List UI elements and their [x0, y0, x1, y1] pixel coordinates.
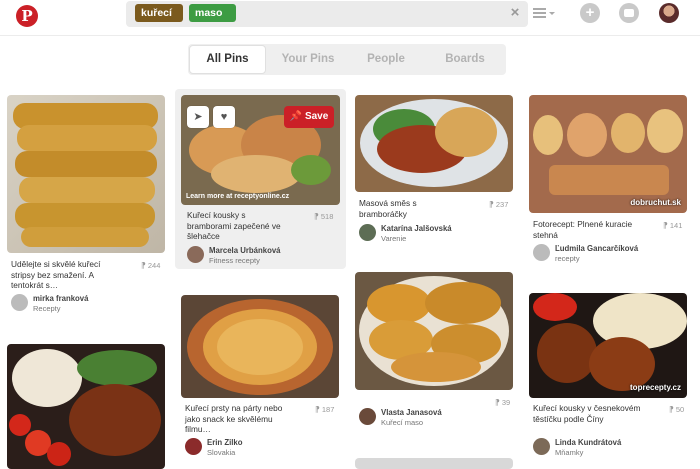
- pin-card[interactable]: ⁋ 39 Vlasta Janasová Kuřecí maso: [355, 272, 513, 432]
- save-button[interactable]: 📌 Save: [284, 106, 334, 128]
- board-name: Kuřecí maso: [381, 418, 424, 427]
- chip-remove-icon[interactable]: ×: [149, 22, 163, 40]
- pin-image[interactable]: [355, 95, 513, 192]
- pin-card[interactable]: Masová směs s bramboráčky ⁋ 237 Katarína…: [355, 95, 513, 245]
- search-bar[interactable]: kuřecí × maso × ×: [126, 1, 528, 37]
- user-name: Erin Zilko: [207, 438, 243, 447]
- image-watermark: toprecepty.cz: [630, 383, 681, 392]
- source-link[interactable]: Learn more at receptyonline.cz: [186, 193, 289, 200]
- pin-card[interactable]: ➤ ♥ 📌 Save Learn more at receptyonline.c…: [175, 89, 346, 269]
- search-chip-maso[interactable]: maso ×: [189, 4, 236, 37]
- clear-search-icon[interactable]: ×: [508, 5, 522, 21]
- repin-count: ⁋ 244: [141, 261, 161, 270]
- board-name: Varenie: [381, 234, 407, 243]
- repin-count: ⁋ 39: [495, 398, 511, 407]
- search-filter-tabs: All Pins Your Pins People Boards: [188, 44, 506, 75]
- repin-count: ⁋ 518: [314, 212, 334, 221]
- pin-card[interactable]: dobruchut.sk Fotorecept: Plnené kuracie …: [529, 95, 687, 265]
- user-avatar-icon: [185, 438, 202, 455]
- pin-image[interactable]: dobruchut.sk: [529, 95, 687, 213]
- pinterest-logo[interactable]: P: [16, 5, 38, 27]
- user-name: Ľudmila Gancarčíková: [555, 244, 639, 253]
- pin-description: Kuřecí kousky s bramborami zapečené ve š…: [187, 210, 281, 241]
- user-name: Vlasta Janasová: [381, 408, 442, 417]
- pin-image[interactable]: [7, 95, 165, 253]
- pin-card[interactable]: toprecepty.cz Kuřecí kousky v česnekovém…: [529, 293, 687, 460]
- board-name: Fitness recepty: [209, 256, 260, 265]
- messages-icon[interactable]: [619, 3, 639, 23]
- repin-count: ⁋ 237: [489, 200, 509, 209]
- pin-image[interactable]: [181, 295, 339, 398]
- user-avatar-icon: [533, 244, 550, 261]
- pin-image[interactable]: toprecepty.cz: [529, 293, 687, 398]
- pin-card[interactable]: Udělejte si skvělé kuřecí stripsy bez sm…: [7, 95, 165, 317]
- pin-image[interactable]: [7, 344, 165, 469]
- pin-image[interactable]: ➤ ♥ 📌 Save Learn more at receptyonline.c…: [181, 95, 340, 205]
- repin-count: ⁋ 187: [315, 405, 335, 414]
- add-pin-icon[interactable]: +: [580, 3, 600, 23]
- chip-label: kuřecí: [141, 7, 172, 19]
- like-heart-icon[interactable]: ♥: [213, 106, 235, 128]
- user-name: Marcela Urbánková: [209, 246, 281, 255]
- user-name: Katarína Jalšovská: [381, 224, 452, 233]
- user-avatar-icon: [359, 408, 376, 425]
- tab-boards[interactable]: Boards: [425, 44, 505, 75]
- pin-description: Fotorecept: Plnené kuracie stehná: [533, 219, 633, 240]
- user-name: Linda Kundrátová: [555, 438, 622, 447]
- search-chip-kureci[interactable]: kuřecí ×: [135, 4, 183, 37]
- user-name: mirka franková: [33, 294, 89, 303]
- user-avatar-icon: [359, 224, 376, 241]
- user-avatar-icon: [11, 294, 28, 311]
- chip-label: maso: [195, 7, 223, 19]
- tab-your-pins[interactable]: Your Pins: [269, 44, 347, 75]
- top-header: P kuřecí × maso × × +: [0, 0, 700, 37]
- pin-card[interactable]: Kuřecí prsty na párty nebo jako snack ke…: [181, 295, 339, 460]
- user-avatar[interactable]: [659, 3, 679, 23]
- tab-all-pins[interactable]: All Pins: [189, 45, 266, 74]
- repin-count: ⁋ 141: [663, 221, 683, 230]
- board-name: recepty: [555, 254, 580, 263]
- chip-remove-icon[interactable]: ×: [203, 22, 217, 40]
- tab-people[interactable]: People: [347, 44, 425, 75]
- image-watermark: dobruchut.sk: [630, 198, 681, 207]
- list-view-icon[interactable]: [533, 7, 555, 21]
- pin-description: Udělejte si skvělé kuřecí stripsy bez sm…: [11, 259, 101, 290]
- pin-description: Kuřecí prsty na párty nebo jako snack ke…: [185, 403, 283, 434]
- pin-description: Masová směs s bramboráčky: [359, 198, 417, 219]
- board-name: Slovakia: [207, 448, 236, 457]
- board-name: Mňamky: [555, 448, 584, 457]
- pin-card[interactable]: [7, 344, 165, 469]
- pin-image[interactable]: [355, 272, 513, 390]
- user-avatar-icon: [533, 438, 550, 455]
- send-icon[interactable]: ➤: [187, 106, 209, 128]
- repin-count: ⁋ 50: [669, 405, 685, 414]
- pin-card[interactable]: [355, 458, 513, 469]
- user-avatar-icon: [187, 246, 204, 263]
- board-name: Recepty: [33, 304, 61, 313]
- pin-description: Kuřecí kousky v česnekovém těstíčku podl…: [533, 403, 641, 424]
